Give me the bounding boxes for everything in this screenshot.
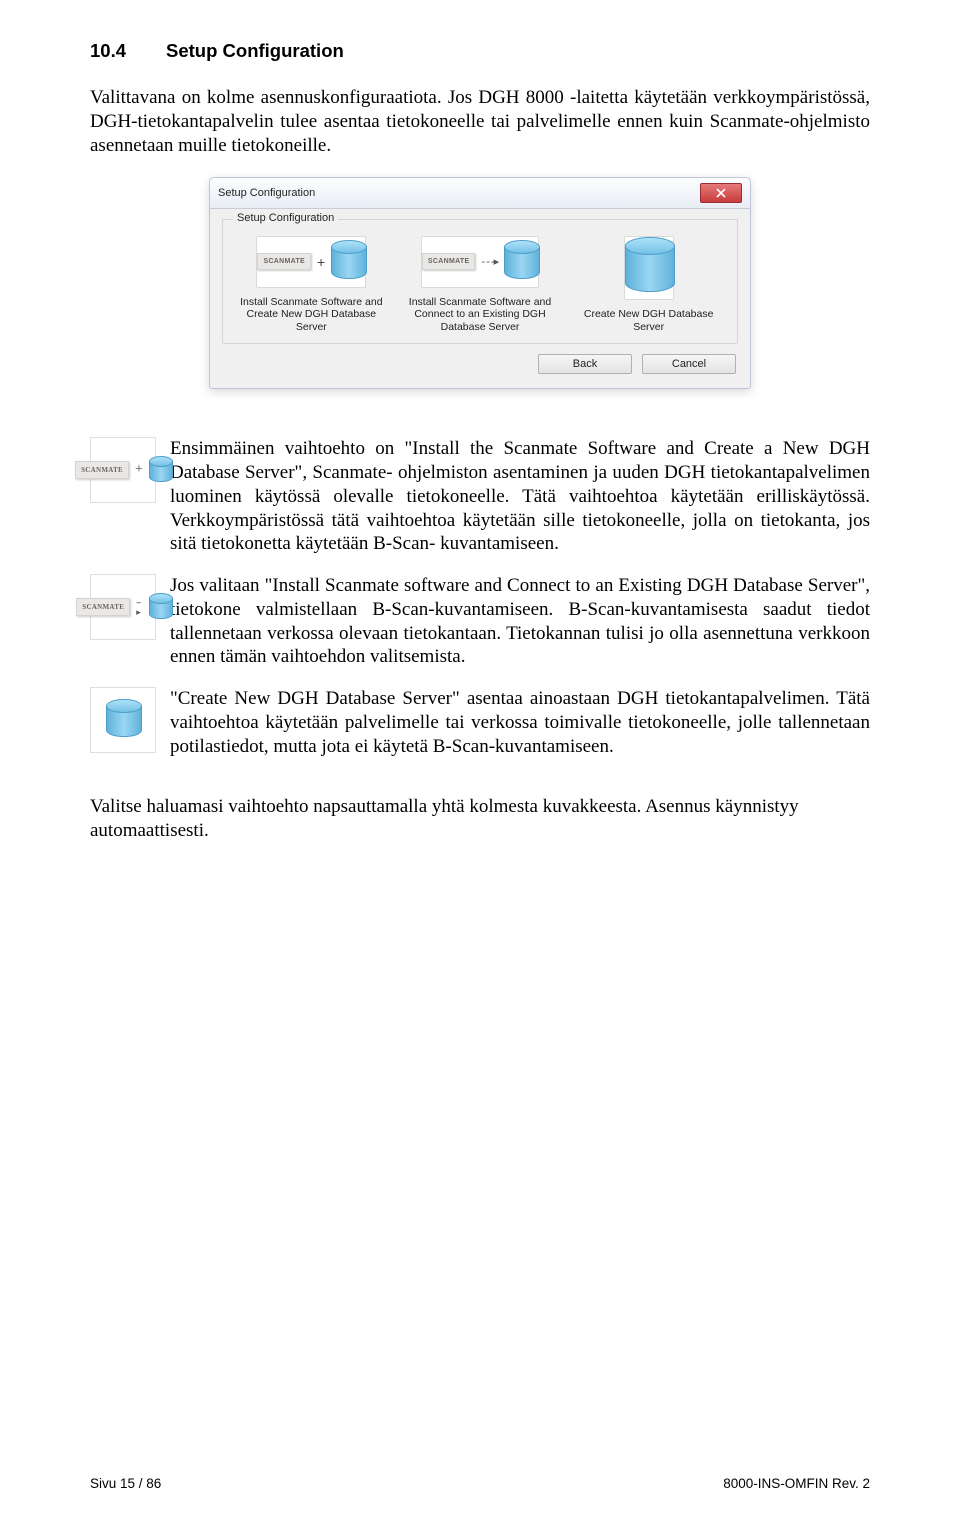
- option-2[interactable]: SCANMATE - - -▸ Install Scanmate Softwar…: [402, 236, 559, 333]
- close-icon[interactable]: [700, 183, 742, 203]
- scanmate-badge-icon: SCANMATE: [75, 461, 129, 479]
- option-1[interactable]: SCANMATE + Install Scanmate Software and…: [233, 236, 390, 333]
- dialog-title: Setup Configuration: [218, 187, 315, 199]
- database-icon: [504, 240, 538, 284]
- arrow-right-icon: - - -▸: [481, 255, 498, 268]
- plus-icon: +: [317, 254, 325, 270]
- back-button[interactable]: Back: [538, 354, 632, 374]
- section-title: Setup Configuration: [166, 40, 344, 61]
- desc-row-3: "Create New DGH Database Server" asentaa…: [90, 687, 870, 758]
- database-icon: [331, 240, 365, 284]
- dialog-screenshot: Setup Configuration Setup Configuration …: [90, 177, 870, 389]
- dialog-titlebar: Setup Configuration: [210, 178, 750, 209]
- scanmate-badge-icon: SCANMATE: [76, 598, 130, 616]
- footer-left: Sivu 15 / 86: [90, 1476, 161, 1491]
- option-1-label: Install Scanmate Software and Create New…: [233, 296, 390, 334]
- intro-paragraph: Valittavana on kolme asennuskonfiguraati…: [90, 86, 870, 157]
- setup-config-groupbox: Setup Configuration SCANMATE + Install S…: [222, 219, 738, 344]
- footer-right: 8000-INS-OMFIN Rev. 2: [723, 1476, 870, 1491]
- setup-config-dialog: Setup Configuration Setup Configuration …: [209, 177, 751, 389]
- closing-paragraph: Valitse haluamasi vaihtoehto napsauttama…: [90, 795, 870, 843]
- plus-icon: +: [135, 462, 143, 478]
- database-icon: [106, 699, 140, 741]
- page-footer: Sivu 15 / 86 8000-INS-OMFIN Rev. 2: [90, 1476, 870, 1491]
- desc-row-1: SCANMATE + Ensimmäinen vaihtoehto on "In…: [90, 437, 870, 556]
- desc-text-2: Jos valitaan "Install Scanmate software …: [170, 574, 870, 669]
- section-number: 10.4: [90, 40, 126, 62]
- desc-row-2: SCANMATE --▸ Jos valitaan "Install Scanm…: [90, 574, 870, 669]
- database-icon: [149, 593, 170, 621]
- scanmate-badge-icon: SCANMATE: [422, 253, 476, 270]
- groupbox-title: Setup Configuration: [233, 212, 338, 224]
- database-icon: [625, 237, 673, 299]
- arrow-right-icon: --▸: [136, 597, 143, 618]
- icon-option-1: SCANMATE +: [90, 437, 156, 503]
- section-heading: 10.4 Setup Configuration: [90, 40, 870, 62]
- option-3[interactable]: Create New DGH Database Server: [570, 236, 727, 333]
- option-3-label: Create New DGH Database Server: [570, 308, 727, 333]
- desc-text-1: Ensimmäinen vaihtoehto on "Install the S…: [170, 437, 870, 556]
- option-2-label: Install Scanmate Software and Connect to…: [402, 296, 559, 334]
- scanmate-badge-icon: SCANMATE: [257, 253, 311, 270]
- desc-text-3: "Create New DGH Database Server" asentaa…: [170, 687, 870, 758]
- database-icon: [149, 456, 171, 484]
- icon-option-3: [90, 687, 156, 753]
- icon-option-2: SCANMATE --▸: [90, 574, 156, 640]
- cancel-button[interactable]: Cancel: [642, 354, 736, 374]
